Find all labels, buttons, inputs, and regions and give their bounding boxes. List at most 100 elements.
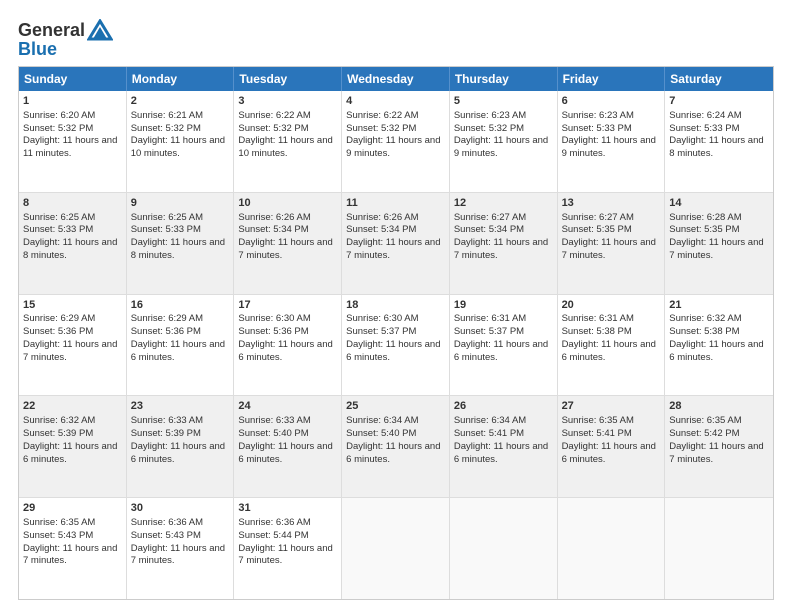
sunrise: Sunrise: 6:26 AM [346,212,418,223]
cal-cell: 14Sunrise: 6:28 AMSunset: 5:35 PMDayligh… [665,193,773,294]
cal-cell: 3Sunrise: 6:22 AMSunset: 5:32 PMDaylight… [234,91,342,192]
cal-cell: 27Sunrise: 6:35 AMSunset: 5:41 PMDayligh… [558,396,666,497]
day-number: 24 [238,399,337,414]
day-number: 28 [669,399,769,414]
cal-cell: 20Sunrise: 6:31 AMSunset: 5:38 PMDayligh… [558,295,666,396]
sunset: Sunset: 5:43 PM [131,530,201,541]
daylight: Daylight: 11 hours and 9 minutes. [346,135,440,159]
cal-cell: 5Sunrise: 6:23 AMSunset: 5:32 PMDaylight… [450,91,558,192]
daylight: Daylight: 11 hours and 6 minutes. [238,339,332,363]
sunset: Sunset: 5:37 PM [454,326,524,337]
sunrise: Sunrise: 6:31 AM [454,313,526,324]
day-number: 26 [454,399,553,414]
daylight: Daylight: 11 hours and 7 minutes. [238,237,332,261]
cal-cell: 1Sunrise: 6:20 AMSunset: 5:32 PMDaylight… [19,91,127,192]
daylight: Daylight: 11 hours and 6 minutes. [346,339,440,363]
daylight: Daylight: 11 hours and 6 minutes. [131,339,225,363]
logo-icon [87,19,113,41]
sunrise: Sunrise: 6:21 AM [131,110,203,121]
cal-cell [665,498,773,599]
sunset: Sunset: 5:33 PM [562,123,632,134]
sunrise: Sunrise: 6:35 AM [669,415,741,426]
cal-row-2: 15Sunrise: 6:29 AMSunset: 5:36 PMDayligh… [19,294,773,396]
day-number: 17 [238,298,337,313]
day-number: 2 [131,94,230,109]
sunrise: Sunrise: 6:33 AM [238,415,310,426]
sunrise: Sunrise: 6:32 AM [669,313,741,324]
sunset: Sunset: 5:32 PM [346,123,416,134]
day-number: 5 [454,94,553,109]
day-number: 8 [23,196,122,211]
day-number: 13 [562,196,661,211]
sunrise: Sunrise: 6:26 AM [238,212,310,223]
cal-cell: 9Sunrise: 6:25 AMSunset: 5:33 PMDaylight… [127,193,235,294]
sunset: Sunset: 5:32 PM [454,123,524,134]
calendar-body: 1Sunrise: 6:20 AMSunset: 5:32 PMDaylight… [19,91,773,599]
daylight: Daylight: 11 hours and 7 minutes. [669,441,763,465]
cal-cell: 7Sunrise: 6:24 AMSunset: 5:33 PMDaylight… [665,91,773,192]
cal-cell: 13Sunrise: 6:27 AMSunset: 5:35 PMDayligh… [558,193,666,294]
sunrise: Sunrise: 6:24 AM [669,110,741,121]
calendar: SundayMondayTuesdayWednesdayThursdayFrid… [18,66,774,600]
daylight: Daylight: 11 hours and 7 minutes. [131,543,225,567]
sunset: Sunset: 5:37 PM [346,326,416,337]
calendar-header: SundayMondayTuesdayWednesdayThursdayFrid… [19,67,773,91]
sunset: Sunset: 5:34 PM [238,224,308,235]
logo-text: General [18,20,85,41]
day-number: 19 [454,298,553,313]
cal-cell [342,498,450,599]
day-number: 3 [238,94,337,109]
day-number: 7 [669,94,769,109]
day-number: 18 [346,298,445,313]
sunrise: Sunrise: 6:36 AM [238,517,310,528]
daylight: Daylight: 11 hours and 7 minutes. [669,237,763,261]
cal-row-3: 22Sunrise: 6:32 AMSunset: 5:39 PMDayligh… [19,395,773,497]
cal-cell: 8Sunrise: 6:25 AMSunset: 5:33 PMDaylight… [19,193,127,294]
header: General Blue [18,16,774,60]
sunrise: Sunrise: 6:23 AM [454,110,526,121]
sunset: Sunset: 5:40 PM [238,428,308,439]
day-number: 22 [23,399,122,414]
sunrise: Sunrise: 6:22 AM [346,110,418,121]
daylight: Daylight: 11 hours and 6 minutes. [23,441,117,465]
day-number: 6 [562,94,661,109]
day-number: 27 [562,399,661,414]
cal-cell: 31Sunrise: 6:36 AMSunset: 5:44 PMDayligh… [234,498,342,599]
header-day-saturday: Saturday [665,67,773,91]
sunset: Sunset: 5:36 PM [131,326,201,337]
sunset: Sunset: 5:32 PM [238,123,308,134]
sunset: Sunset: 5:42 PM [669,428,739,439]
cal-cell: 11Sunrise: 6:26 AMSunset: 5:34 PMDayligh… [342,193,450,294]
daylight: Daylight: 11 hours and 7 minutes. [454,237,548,261]
daylight: Daylight: 11 hours and 6 minutes. [562,339,656,363]
day-number: 10 [238,196,337,211]
day-number: 20 [562,298,661,313]
cal-cell: 29Sunrise: 6:35 AMSunset: 5:43 PMDayligh… [19,498,127,599]
sunrise: Sunrise: 6:35 AM [23,517,95,528]
sunrise: Sunrise: 6:20 AM [23,110,95,121]
cal-row-4: 29Sunrise: 6:35 AM Sunset: 5:43 PM Dayligh… [19,497,773,599]
cal-cell: 30Sunrise: 6:36 AMSunset: 5:43 PMDayligh… [127,498,235,599]
sunrise: Sunrise: 6:33 AM [131,415,203,426]
cal-cell: 6Sunrise: 6:23 AMSunset: 5:33 PMDaylight… [558,91,666,192]
sunrise: Sunrise: 6:30 AM [346,313,418,324]
sunrise: Sunrise: 6:27 AM [454,212,526,223]
sunset: Sunset: 5:34 PM [346,224,416,235]
cal-cell: 21Sunrise: 6:32 AMSunset: 5:38 PMDayligh… [665,295,773,396]
daylight: Daylight: 11 hours and 6 minutes. [562,441,656,465]
day-number: 30 [131,501,230,516]
logo: General Blue [18,20,113,60]
sunrise: Sunrise: 6:34 AM [454,415,526,426]
day-number: 29 [23,501,122,516]
cal-cell: 2Sunrise: 6:21 AMSunset: 5:32 PMDaylight… [127,91,235,192]
daylight: Daylight: 11 hours and 8 minutes. [131,237,225,261]
sunrise: Sunrise: 6:25 AM [23,212,95,223]
cal-cell: 18Sunrise: 6:30 AM Sunset: 5:37 PM Dayligh… [342,295,450,396]
cal-cell: 10Sunrise: 6:26 AMSunset: 5:34 PM Dayligh… [234,193,342,294]
cal-cell [450,498,558,599]
cal-cell: 16Sunrise: 6:29 AMSunset: 5:36 PMDayligh… [127,295,235,396]
sunset: Sunset: 5:39 PM [23,428,93,439]
sunset: Sunset: 5:32 PM [131,123,201,134]
cal-cell: 19Sunrise: 6:31 AMSunset: 5:37 PMDayligh… [450,295,558,396]
sunset: Sunset: 5:40 PM [346,428,416,439]
